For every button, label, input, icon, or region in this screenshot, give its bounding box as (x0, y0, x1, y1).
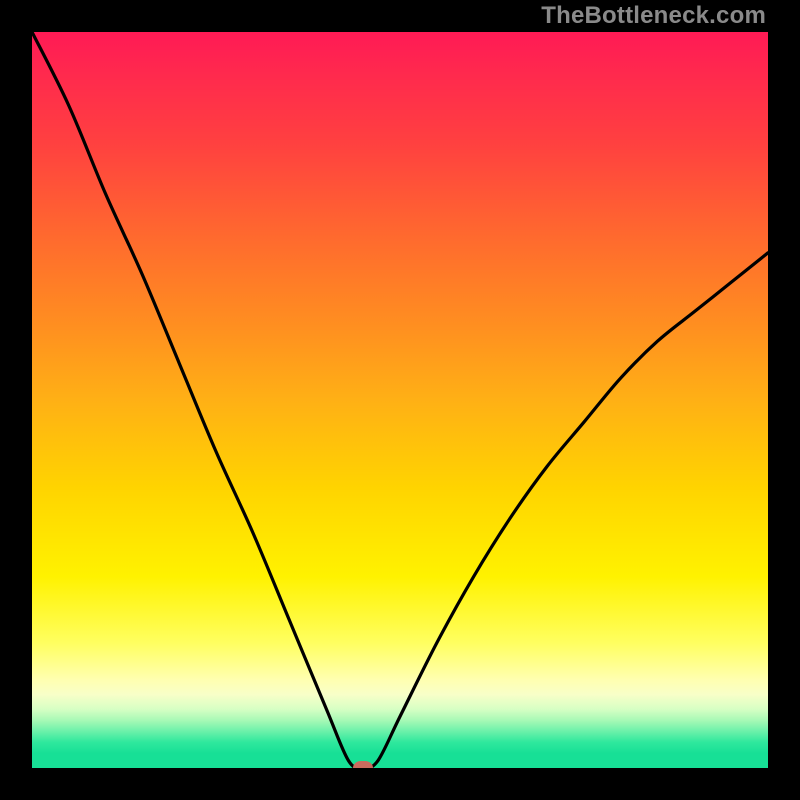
chart-frame: TheBottleneck.com (0, 0, 800, 800)
plot-area (32, 32, 768, 768)
optimal-point-marker (353, 761, 373, 768)
bottleneck-curve (32, 32, 768, 768)
watermark-text: TheBottleneck.com (541, 2, 766, 30)
